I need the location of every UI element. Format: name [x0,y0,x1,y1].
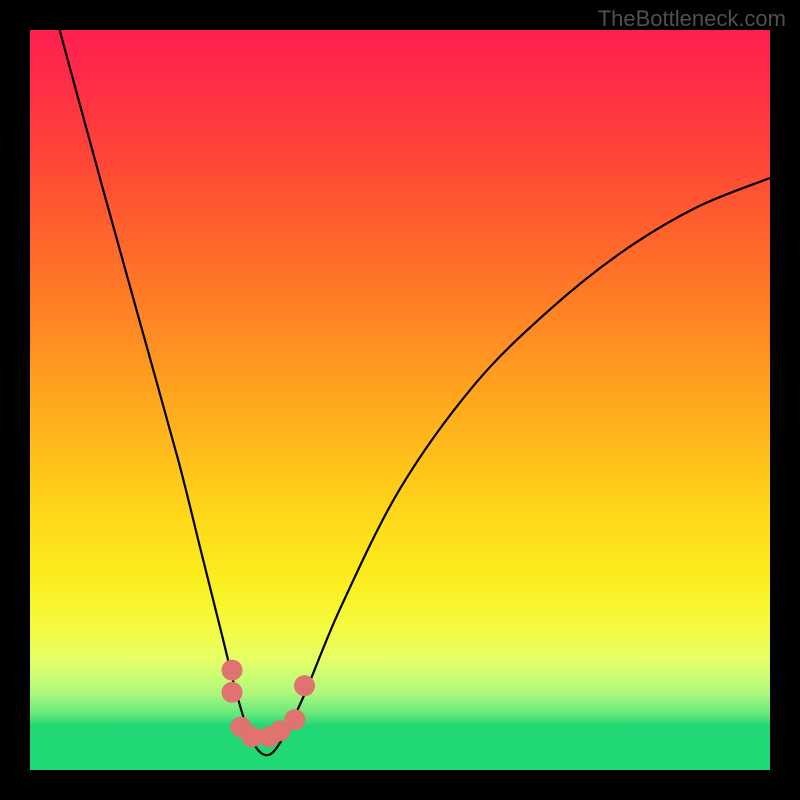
marker-dot [222,682,243,703]
marker-dot [294,675,315,696]
plot-area [30,30,770,770]
chart-frame: TheBottleneck.com [0,0,800,800]
bottleneck-curve-line [60,30,770,755]
chart-svg [30,30,770,770]
marker-dot [222,660,243,681]
marker-dot [284,709,305,730]
watermark-text: TheBottleneck.com [598,6,786,32]
